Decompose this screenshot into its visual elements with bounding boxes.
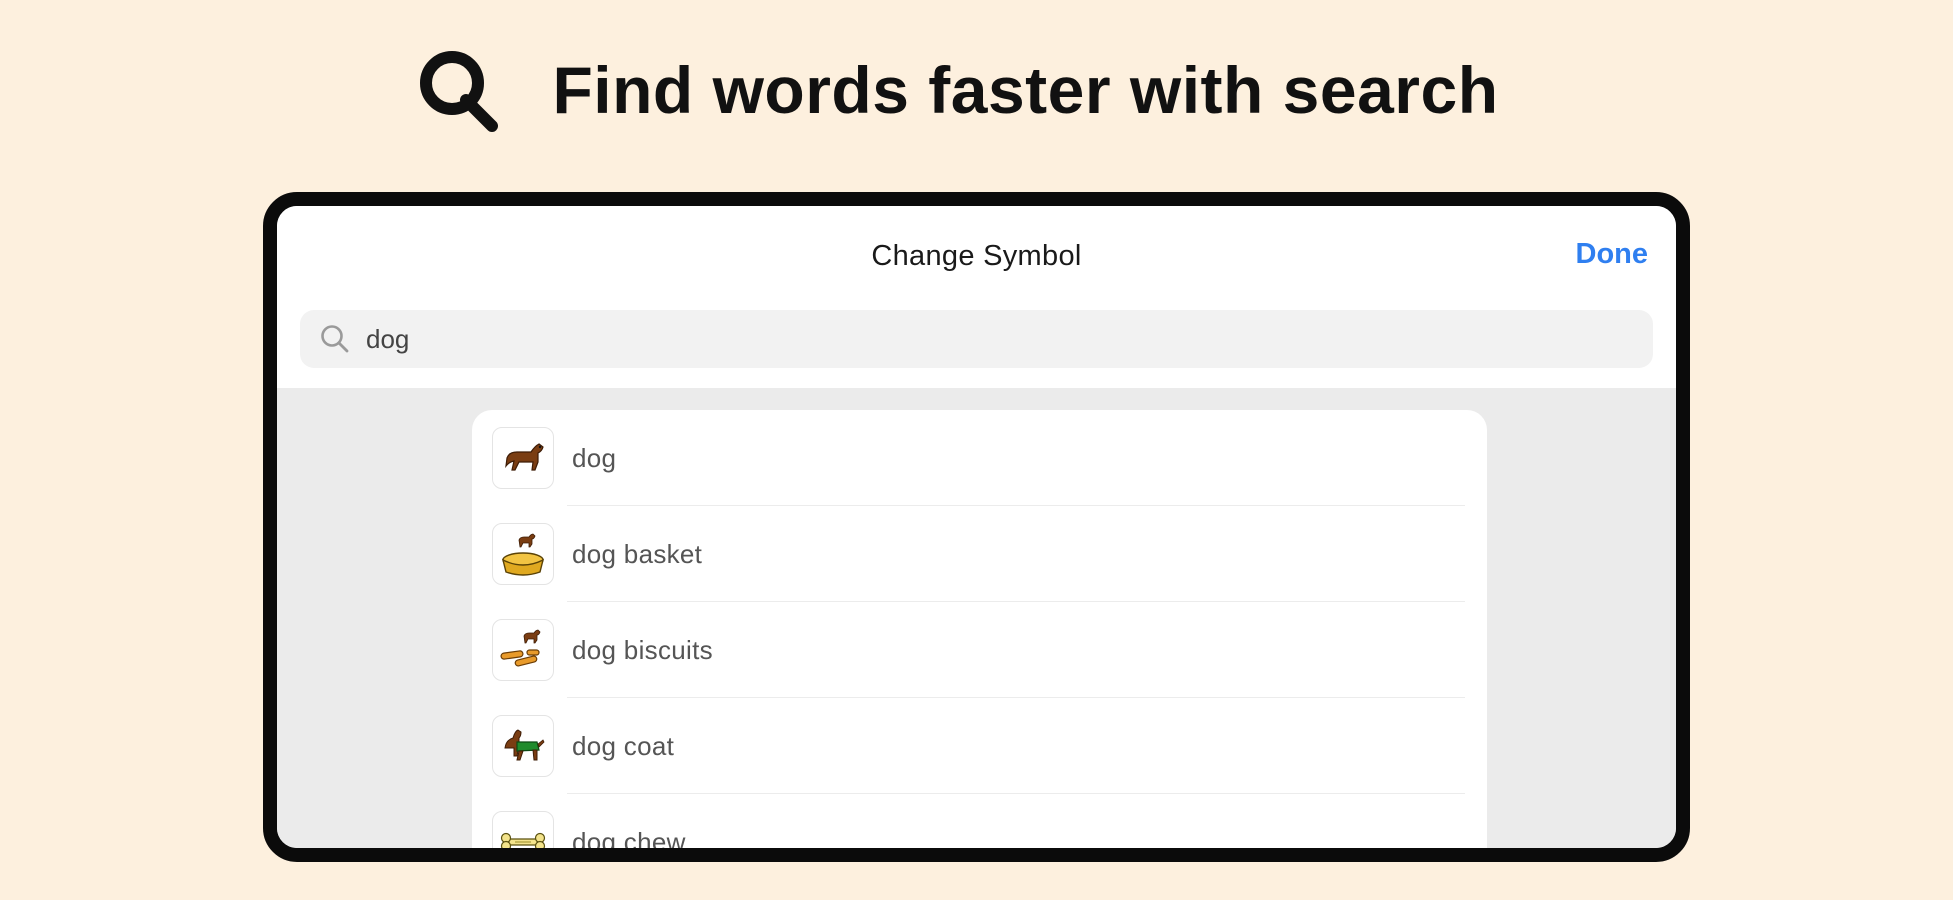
dog-icon bbox=[505, 443, 544, 471]
result-label: dog bbox=[572, 442, 617, 473]
search-icon bbox=[420, 51, 499, 132]
search-bar[interactable] bbox=[300, 310, 1653, 368]
dog-basket-icon bbox=[501, 533, 545, 576]
search-input[interactable] bbox=[366, 323, 1566, 355]
dog-biscuits-icon bbox=[500, 629, 541, 667]
results-list[interactable]: dog dog basket dog biscuits dog coat dog… bbox=[472, 410, 1487, 857]
sheet-title: Change Symbol bbox=[871, 240, 1082, 272]
sheet-header: Change Symbol Done bbox=[277, 206, 1676, 388]
search-icon bbox=[321, 325, 349, 353]
result-item-dog-biscuits[interactable]: dog biscuits bbox=[472, 602, 1487, 698]
headline-text: Find words faster with search bbox=[552, 53, 1499, 127]
result-item-dog[interactable]: dog bbox=[472, 410, 1487, 506]
results-area: dog dog basket dog biscuits dog coat dog… bbox=[277, 388, 1676, 848]
result-item-dog-basket[interactable]: dog basket bbox=[472, 506, 1487, 602]
headline: Find words faster with search bbox=[0, 40, 1953, 140]
result-label: dog basket bbox=[572, 538, 703, 569]
dog-chew-icon bbox=[500, 832, 546, 848]
result-label: dog biscuits bbox=[572, 634, 713, 665]
result-label: dog coat bbox=[572, 730, 675, 761]
result-item-dog-coat[interactable]: dog coat bbox=[472, 698, 1487, 794]
dog-coat-icon bbox=[504, 729, 545, 761]
result-item-dog-chew[interactable]: dog chew bbox=[472, 794, 1487, 857]
tablet-frame: Change Symbol Done dog dog dog basket do… bbox=[263, 192, 1690, 862]
done-button[interactable]: Done bbox=[1576, 238, 1649, 271]
result-label: dog chew bbox=[572, 826, 686, 857]
change-symbol-sheet: Change Symbol Done dog dog dog basket do… bbox=[277, 206, 1676, 848]
